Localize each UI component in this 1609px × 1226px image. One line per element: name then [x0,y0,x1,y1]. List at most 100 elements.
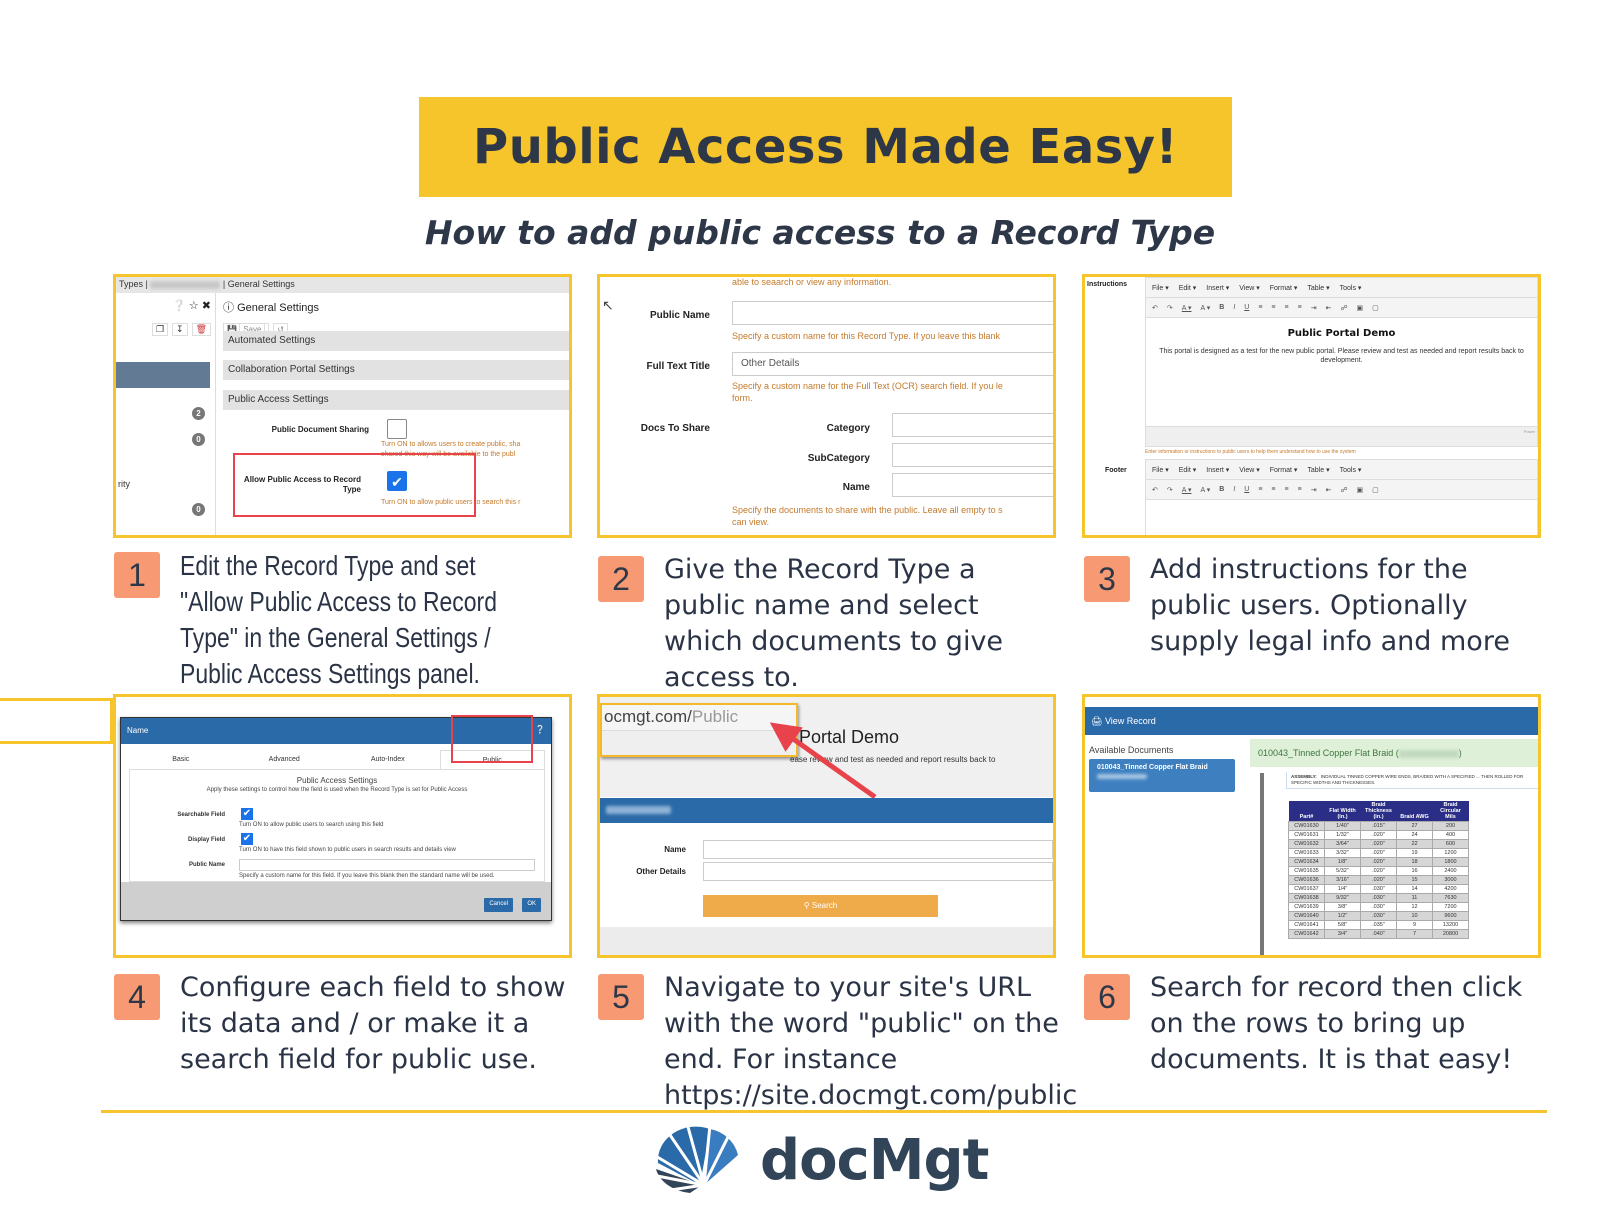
delete-icon[interactable]: 🗑 [191,323,211,336]
table-cell: 3/4" [1324,929,1361,939]
redo-icon[interactable]: ↷ [1167,486,1173,494]
public-name-input[interactable] [239,859,535,871]
media-icon[interactable]: ▢ [1372,486,1379,494]
text-color-icon[interactable]: A ▾ [1182,486,1192,494]
instructions-editor[interactable]: File ▾ Edit ▾ Insert ▾ View ▾ Format ▾ T… [1145,277,1538,447]
menu-format[interactable]: Format ▾ [1270,284,1298,292]
searchable-field-checkbox[interactable]: ✔ [241,808,253,820]
count-badge: 0 [192,433,205,446]
align-left-icon[interactable]: ≡ [1258,486,1262,493]
italic-icon[interactable]: I [1233,304,1235,311]
justify-icon[interactable]: ≡ [1298,486,1302,493]
menu-tools[interactable]: Tools ▾ [1340,284,1362,292]
highlight-color-icon[interactable]: A ▾ [1201,304,1211,312]
viewer-scrollbar[interactable] [1260,773,1264,955]
align-left-icon[interactable]: ≡ [1258,304,1262,311]
footer-editor[interactable]: File ▾ Edit ▾ Insert ▾ View ▾ Format ▾ T… [1145,459,1538,535]
table-row[interactable]: CW01637 1/4" .030" 14 4200 [1288,884,1469,894]
accordion-automated-settings[interactable]: Automated Settings [223,331,569,351]
undo-icon[interactable]: ↶ [1152,486,1158,494]
blurred-name [150,280,221,289]
table-row[interactable]: CW01639 3/8" .030" 12 7200 [1288,902,1469,912]
align-right-icon[interactable]: ≡ [1285,304,1289,311]
list-item-label[interactable]: rity [118,479,130,489]
outdent-icon[interactable]: ⇤ [1326,486,1332,494]
name-search-input[interactable] [703,840,1053,859]
tab-auto-index[interactable]: Auto-Index [336,750,440,769]
table-row[interactable]: CW01635 5/32" .020" 16 2400 [1288,866,1469,876]
editor-content[interactable]: Public Portal Demo This portal is design… [1146,318,1537,365]
link-icon[interactable]: ☍ [1340,304,1347,312]
full-text-title-input[interactable]: Other Details [732,352,1053,376]
menu-file[interactable]: File ▾ [1152,466,1169,474]
highlight-color-icon[interactable]: A ▾ [1201,486,1211,494]
undo-icon[interactable]: ↶ [1152,304,1158,312]
hint-text: able to seaarch or view any information. [732,277,892,287]
table-row[interactable]: CW01638 9/32" .030" 11 7630 [1288,893,1469,903]
step-2: 2 Give the Record Type a public name and… [598,552,1058,696]
search-button[interactable]: ⚲ Search [703,895,938,917]
subcategory-input[interactable] [892,443,1053,467]
align-right-icon[interactable]: ≡ [1285,486,1289,493]
indent-icon[interactable]: ⇥ [1311,486,1317,494]
public-doc-sharing-checkbox[interactable] [387,419,407,439]
menu-file[interactable]: File ▾ [1152,284,1169,292]
table-row[interactable]: CW01630 1/40" .015" 27 200 [1288,821,1469,831]
name-label: Name [842,482,870,493]
justify-icon[interactable]: ≡ [1298,304,1302,311]
bold-icon[interactable]: B [1219,304,1224,311]
menu-table[interactable]: Table ▾ [1307,284,1329,292]
accordion-collaboration-portal[interactable]: Collaboration Portal Settings [223,360,569,380]
image-icon[interactable]: ▣ [1357,486,1364,494]
menu-view[interactable]: View ▾ [1239,284,1260,292]
table-row[interactable]: CW01642 3/4" .040" 7 20800 [1288,929,1469,939]
image-icon[interactable]: ▣ [1357,304,1364,312]
bold-icon[interactable]: B [1219,486,1224,493]
other-details-input[interactable] [703,862,1053,881]
star-icon[interactable]: ☆ [189,300,199,312]
tab-basic[interactable]: Basic [129,750,233,769]
category-input[interactable] [892,413,1053,437]
document-button[interactable]: 010043_Tinned Copper Flat Braid [1089,759,1235,792]
help-icon[interactable]: ❔ [535,725,545,734]
underline-icon[interactable]: U [1244,304,1249,311]
menu-view[interactable]: View ▾ [1239,466,1260,474]
indent-icon[interactable]: ⇥ [1311,304,1317,312]
menu-insert[interactable]: Insert ▾ [1206,284,1229,292]
media-icon[interactable]: ▢ [1372,304,1379,312]
menu-edit[interactable]: Edit ▾ [1179,284,1197,292]
underline-icon[interactable]: U [1244,486,1249,493]
table-row[interactable]: CW01641 5/8" .035" 9 13200 [1288,920,1469,930]
selected-list-item[interactable] [116,362,210,388]
tab-advanced[interactable]: Advanced [233,750,337,769]
menu-insert[interactable]: Insert ▾ [1206,466,1229,474]
table-row[interactable]: CW01636 3/16" .020" 15 3000 [1288,875,1469,885]
text-color-icon[interactable]: A ▾ [1182,304,1192,312]
table-row[interactable]: CW01633 3/32" .020" 19 1200 [1288,848,1469,858]
table-cell: 1/2" [1324,911,1361,921]
align-center-icon[interactable]: ≡ [1271,304,1275,311]
table-row[interactable]: CW01632 3/64" .020" 22 600 [1288,839,1469,849]
close-icon[interactable]: ✖ [202,300,211,312]
accordion-public-access[interactable]: Public Access Settings [223,390,569,410]
menu-edit[interactable]: Edit ▾ [1179,466,1197,474]
menu-table[interactable]: Table ▾ [1307,466,1329,474]
table-row[interactable]: CW01634 1/8" .020" 18 1800 [1288,857,1469,867]
link-icon[interactable]: ☍ [1340,486,1347,494]
public-name-input[interactable] [732,301,1053,325]
name-input[interactable] [892,473,1053,497]
table-row[interactable]: CW01640 1/2" .030" 10 9600 [1288,911,1469,921]
redo-icon[interactable]: ↷ [1167,304,1173,312]
download-icon[interactable]: ↧ [172,323,188,336]
outdent-icon[interactable]: ⇤ [1326,304,1332,312]
display-field-checkbox[interactable]: ✔ [241,833,253,845]
align-center-icon[interactable]: ≡ [1271,486,1275,493]
cancel-button[interactable]: Cancel [484,898,513,912]
menu-format[interactable]: Format ▾ [1270,466,1298,474]
italic-icon[interactable]: I [1233,486,1235,493]
copy-icon[interactable]: ❐ [151,323,169,336]
help-icon[interactable]: ❔ [172,300,186,312]
ok-button[interactable]: OK [522,898,541,912]
table-row[interactable]: CW01631 1/32" .020" 24 400 [1288,830,1469,840]
menu-tools[interactable]: Tools ▾ [1340,466,1362,474]
